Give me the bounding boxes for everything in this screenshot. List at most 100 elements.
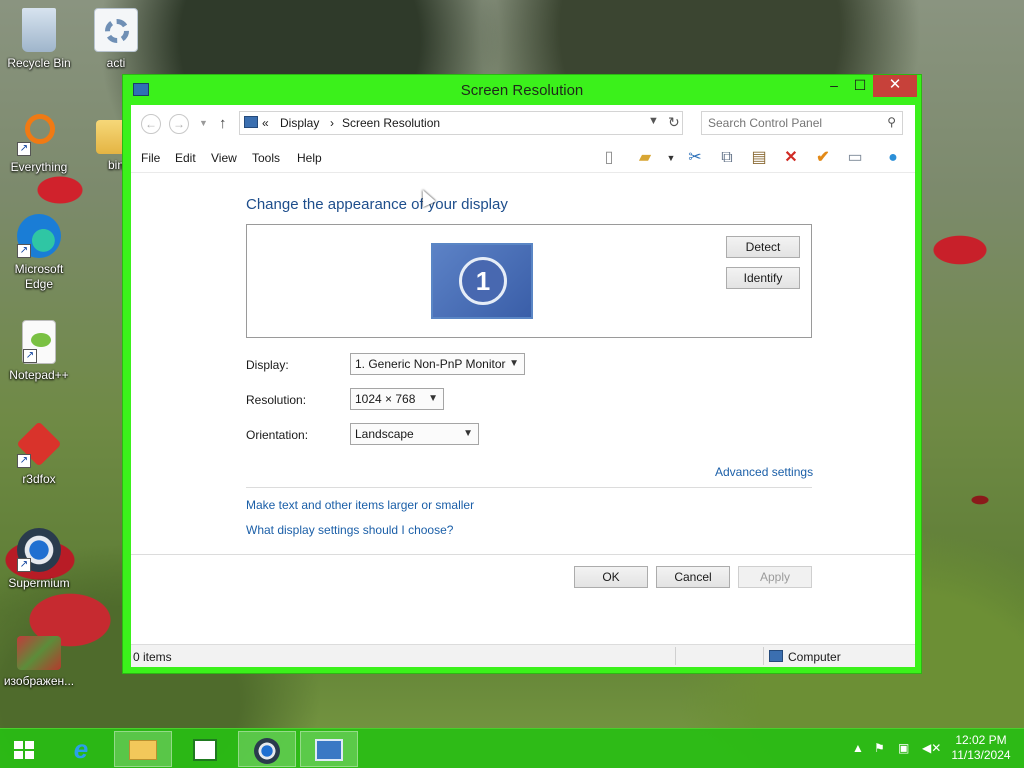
taskbar-supermium[interactable] xyxy=(238,731,296,767)
copy-icon[interactable]: ⧉ xyxy=(715,147,739,169)
desktop-icon-microsoft-edge[interactable]: ↗ Microsoft Edge xyxy=(1,214,77,292)
store-icon xyxy=(193,739,217,761)
desktop-icon-label: Everything xyxy=(10,160,68,174)
taskbar-file-explorer[interactable] xyxy=(114,731,172,767)
display-settings-icon xyxy=(315,739,343,761)
taskbar-screen-resolution[interactable] xyxy=(300,731,358,767)
supermium-browser-icon: ↗ xyxy=(17,528,61,572)
resolution-select[interactable]: 1024 × 768 ▼ xyxy=(350,388,444,410)
desktop-icon-label: Microsoft Edge xyxy=(14,262,64,291)
search-icon[interactable]: ⚲ xyxy=(887,115,896,129)
window-client-area: ← → ▼ ↑ « Display › Screen Resolution ▼ … xyxy=(131,105,915,667)
desktop-icon-label: acti xyxy=(106,56,126,70)
navigation-bar: ← → ▼ ↑ « Display › Screen Resolution ▼ … xyxy=(131,105,915,143)
start-button[interactable] xyxy=(0,731,48,767)
clock-date: 11/13/2024 xyxy=(951,748,1011,762)
maximize-button[interactable]: ☐ xyxy=(847,75,873,97)
search-input[interactable] xyxy=(708,113,878,133)
desktop-icon-label: Supermium xyxy=(8,576,70,590)
refresh-icon[interactable]: ↻ xyxy=(668,114,680,131)
minimize-button[interactable]: – xyxy=(821,75,847,97)
layout-pane-icon[interactable]: ▯ xyxy=(597,147,621,169)
search-box[interactable]: ⚲ xyxy=(701,111,903,135)
notepad-plus-plus-icon: ↗ xyxy=(22,320,56,364)
menu-edit[interactable]: Edit xyxy=(175,151,196,165)
recent-pages-dropdown[interactable]: ▼ xyxy=(199,118,208,128)
close-button[interactable]: ✕ xyxy=(873,75,917,97)
screen-resolution-window: Screen Resolution – ☐ ✕ ← → ▼ ↑ « Displa… xyxy=(122,74,922,674)
menu-view[interactable]: View xyxy=(211,151,237,165)
apply-button[interactable]: Apply xyxy=(738,566,812,588)
back-button[interactable]: ← xyxy=(141,114,161,134)
toolbar-dropdown-icon[interactable]: ▼ xyxy=(659,147,683,169)
display-value: 1. Generic Non-PnP Monitor xyxy=(355,357,506,371)
network-icon[interactable]: ▣ xyxy=(898,741,909,755)
edge-browser-icon: ↗ xyxy=(17,214,61,258)
address-dropdown-icon[interactable]: ▼ xyxy=(648,115,659,127)
menu-help[interactable]: Help xyxy=(297,151,322,165)
cancel-button[interactable]: Cancel xyxy=(656,566,730,588)
computer-icon xyxy=(769,650,783,662)
globe-icon[interactable]: ● xyxy=(881,147,905,169)
status-divider xyxy=(763,647,764,665)
address-bar[interactable]: « Display › Screen Resolution ▼ ↻ xyxy=(239,111,683,135)
menu-tools[interactable]: Tools xyxy=(252,151,280,165)
text-size-link[interactable]: Make text and other items larger or smal… xyxy=(246,498,474,512)
recycle-bin-icon xyxy=(22,8,56,52)
display-select[interactable]: 1. Generic Non-PnP Monitor ▼ xyxy=(350,353,525,375)
breadcrumb-separator[interactable]: › xyxy=(330,116,334,130)
desktop-icon-everything[interactable]: ↗ Everything xyxy=(1,112,77,175)
paste-icon[interactable]: ▤ xyxy=(747,147,771,169)
breadcrumb-display[interactable]: Display xyxy=(280,116,319,130)
desktop-icon-r3dfox[interactable]: ↗ r3dfox xyxy=(1,421,77,487)
page-title: Change the appearance of your display xyxy=(246,196,508,213)
ok-button[interactable]: OK xyxy=(574,566,648,588)
checkmark-icon[interactable]: ✔ xyxy=(811,147,835,169)
desktop-icon-label: изображен... xyxy=(3,674,75,688)
resolution-value: 1024 × 768 xyxy=(355,392,416,406)
forward-button[interactable]: → xyxy=(169,114,189,134)
show-hidden-icons-icon[interactable]: ▲ xyxy=(852,741,864,755)
shortcut-arrow-icon: ↗ xyxy=(17,454,31,468)
monitor-1-tile[interactable]: 1 xyxy=(431,243,533,319)
desktop-icon-notepad-plus-plus[interactable]: ↗ Notepad++ xyxy=(1,320,77,383)
orientation-label: Orientation: xyxy=(246,428,309,442)
folder-check-icon[interactable]: ▰ xyxy=(633,147,657,169)
monitor-number: 1 xyxy=(459,257,507,305)
breadcrumb-overflow[interactable]: « xyxy=(262,116,269,130)
detect-button[interactable]: Detect xyxy=(726,236,800,258)
identify-button[interactable]: Identify xyxy=(726,267,800,289)
everything-search-icon: ↗ xyxy=(17,112,61,156)
desktop-icon-label: Notepad++ xyxy=(9,368,69,382)
advanced-settings-link[interactable]: Advanced settings xyxy=(715,465,813,479)
display-settings-help-link[interactable]: What display settings should I choose? xyxy=(246,523,453,537)
shortcut-arrow-icon: ↗ xyxy=(17,142,31,156)
chevron-down-icon: ▼ xyxy=(509,358,519,369)
volume-muted-icon[interactable]: ◀✕ xyxy=(922,741,941,755)
breadcrumb-screen-resolution[interactable]: Screen Resolution xyxy=(342,116,440,130)
properties-icon[interactable]: ▭ xyxy=(843,147,867,169)
desktop-icon-acti[interactable]: acti xyxy=(78,8,154,71)
menu-file[interactable]: File xyxy=(141,151,160,165)
desktop-icon-recycle-bin[interactable]: Recycle Bin xyxy=(1,8,77,71)
up-arrow-icon[interactable]: ↑ xyxy=(219,115,227,132)
desktop-icon-label: r3dfox xyxy=(22,472,56,486)
display-label: Display: xyxy=(246,358,289,372)
taskbar-internet-explorer[interactable]: e xyxy=(52,731,110,767)
cut-icon[interactable]: ✂ xyxy=(683,147,707,169)
zone-label: Computer xyxy=(788,650,841,664)
desktop-icon-supermium[interactable]: ↗ Supermium xyxy=(1,528,77,591)
clock-time: 12:02 PM xyxy=(955,733,1007,747)
desktop-icon-label: Recycle Bin xyxy=(7,56,71,70)
monitor-arrangement-panel: 1 Detect Identify xyxy=(246,224,812,338)
internet-explorer-icon: e xyxy=(73,734,89,764)
divider xyxy=(131,554,915,555)
orientation-select[interactable]: Landscape ▼ xyxy=(350,423,479,445)
action-center-flag-icon[interactable]: ⚑ xyxy=(874,741,885,755)
delete-icon[interactable]: ✕ xyxy=(779,147,803,169)
taskbar-store[interactable] xyxy=(176,731,234,767)
status-divider xyxy=(675,647,676,665)
desktop-icon-image-file[interactable]: изображен... xyxy=(1,636,77,689)
system-clock[interactable]: 12:02 PM 11/13/2024 xyxy=(946,733,1016,763)
title-bar[interactable]: Screen Resolution – ☐ ✕ xyxy=(123,75,921,105)
